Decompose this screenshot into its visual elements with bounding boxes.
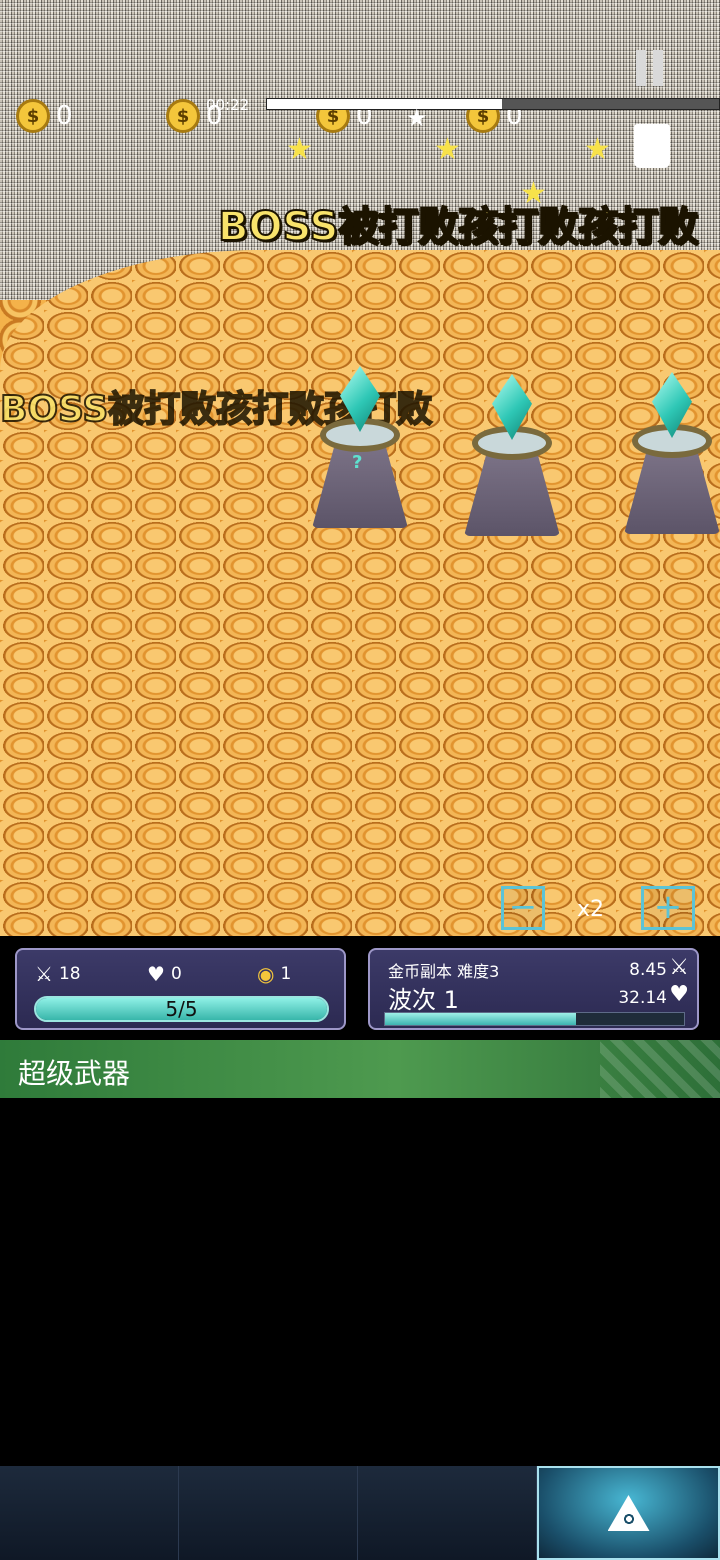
coin-icon: $	[166, 99, 200, 133]
nav-tab-1[interactable]	[0, 1466, 179, 1560]
coin-counter-value: 0	[56, 101, 73, 131]
super-weapon-title: 超级武器	[18, 1057, 131, 1090]
heart-icon: ♥	[669, 982, 689, 1007]
coin-icon: ◉	[257, 962, 275, 986]
attack-value: 18	[58, 964, 81, 984]
nav-tab-super-weapon[interactable]	[537, 1466, 720, 1560]
sword-icon: ⚔	[669, 955, 689, 980]
speed-down-button[interactable]: −	[501, 886, 545, 930]
lives-lost-stat: ♥ 0	[147, 962, 182, 986]
tower-slot-1[interactable]: ?	[304, 366, 414, 536]
coin-counter-1: $ 0	[16, 98, 73, 134]
super-weapon-list[interactable]	[0, 1098, 720, 1466]
nav-tab-3[interactable]	[358, 1466, 537, 1560]
star-icon: ★	[434, 132, 461, 167]
header-pattern	[600, 1040, 720, 1098]
star-icon: ★	[406, 104, 428, 132]
sword-icon: ⚔	[35, 962, 53, 986]
pause-icon[interactable]	[636, 50, 663, 86]
tower-slot-3[interactable]	[616, 372, 720, 542]
speed-up-button[interactable]: +	[641, 886, 695, 930]
coin-icon: $	[16, 99, 50, 133]
attack-stat: ⚔ 18	[35, 962, 81, 986]
player-stats-panel: ⚔ 18 ♥ 0 ◉ 1 5/5	[15, 948, 346, 1030]
boss-hp-bar	[266, 98, 720, 110]
coin-value: 1	[280, 964, 292, 984]
wave-progress-fill	[385, 1013, 577, 1025]
star-icon: ★	[584, 132, 611, 167]
life-text: 5/5	[165, 997, 198, 1021]
boss-hp-fill	[267, 99, 503, 109]
game-field[interactable]: $ 0 $ 0 $ 0 $ 0 00:22 ★ ★ ★ ★ ★ BOSS被打败孩…	[0, 0, 720, 936]
enemy-health-value: 32.14	[618, 988, 667, 1008]
super-weapon-header: 超级武器	[0, 1040, 720, 1098]
boss-defeated-banner: BOSS被打败孩打败孩打败	[217, 203, 699, 251]
speed-label: x2	[577, 897, 605, 922]
wave-progress-bar	[384, 1012, 685, 1026]
tower-mark: ?	[352, 452, 363, 473]
tower-slot-2[interactable]	[456, 374, 566, 544]
wave-info-panel: 金币副本 难度3 波次 1 8.45 ⚔ 32.14 ♥	[368, 948, 699, 1030]
enemy-damage-value: 8.45	[629, 960, 667, 980]
coin-stat: ◉ 1	[257, 962, 291, 986]
broken-heart-icon: ♥	[147, 962, 165, 986]
star-icon: ★	[286, 132, 313, 167]
dungeon-label: 金币副本 难度3	[388, 962, 500, 981]
timer-text: 00:22	[206, 96, 250, 114]
eye-triangle-icon	[607, 1495, 650, 1531]
lives-lost-value: 0	[170, 964, 182, 984]
cup-icon	[634, 124, 670, 168]
tower-body	[464, 448, 560, 536]
tower-body	[624, 446, 720, 534]
coin-pile	[0, 250, 720, 936]
nav-tab-2[interactable]	[179, 1466, 358, 1560]
life-bar: 5/5	[34, 996, 329, 1022]
bottom-nav	[0, 1466, 720, 1560]
wave-label: 波次 1	[388, 986, 459, 1014]
